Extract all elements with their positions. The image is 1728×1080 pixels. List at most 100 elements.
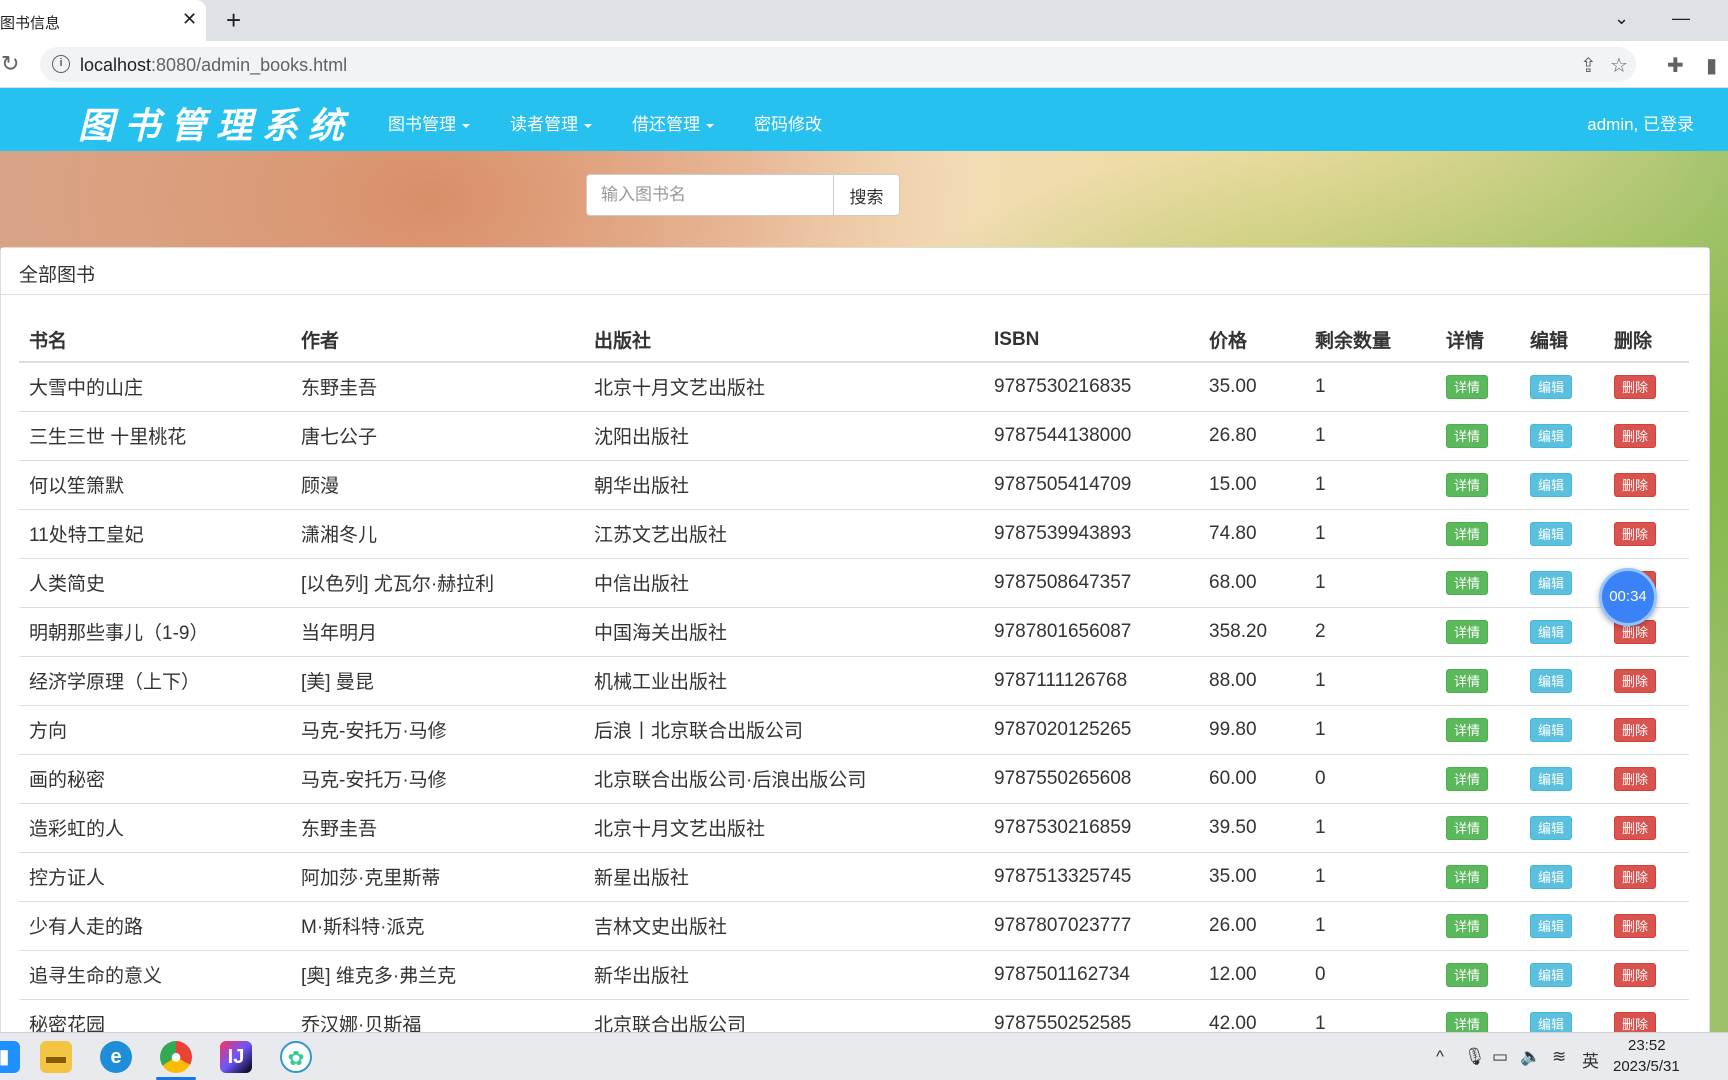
edit-button[interactable]: 编辑 bbox=[1530, 570, 1573, 595]
chrome-icon[interactable]: ● bbox=[160, 1041, 192, 1073]
price-cell: 15.00 bbox=[1199, 459, 1305, 509]
volume-icon[interactable]: 🔈 bbox=[1520, 1047, 1541, 1067]
minimize-icon[interactable]: — bbox=[1672, 8, 1690, 29]
url-text[interactable]: localhost:8080/admin_books.html bbox=[80, 55, 347, 76]
col-header-quantity: 剩余数量 bbox=[1305, 318, 1436, 363]
price-cell: 68.00 bbox=[1199, 557, 1305, 607]
clock-time[interactable]: 23:52 bbox=[1628, 1037, 1666, 1054]
browser-tab[interactable]: 图书信息 ✕ bbox=[0, 0, 206, 41]
delete-button[interactable]: 删除 bbox=[1614, 962, 1657, 987]
edit-button[interactable]: 编辑 bbox=[1530, 864, 1573, 889]
delete-button[interactable]: 删除 bbox=[1614, 521, 1657, 546]
new-tab-icon[interactable]: + bbox=[226, 5, 241, 36]
omnibox[interactable]: i localhost:8080/admin_books.html ⇪ ☆ bbox=[40, 47, 1636, 82]
book-name-cell: 大雪中的山庄 bbox=[19, 361, 291, 411]
microphone-icon[interactable]: 🎙 bbox=[1464, 1047, 1486, 1067]
delete-button[interactable]: 删除 bbox=[1614, 668, 1657, 693]
col-header-author: 作者 bbox=[291, 318, 584, 363]
close-icon[interactable]: ✕ bbox=[182, 9, 197, 30]
edit-button[interactable]: 编辑 bbox=[1530, 423, 1573, 448]
star-icon[interactable]: ☆ bbox=[1610, 53, 1628, 78]
edit-button[interactable]: 编辑 bbox=[1530, 962, 1573, 987]
detail-button[interactable]: 详情 bbox=[1446, 423, 1489, 448]
intellij-icon[interactable]: IJ bbox=[220, 1041, 252, 1073]
app-icon[interactable]: ✿ bbox=[280, 1041, 312, 1073]
ime-language[interactable]: 英 bbox=[1582, 1047, 1599, 1072]
detail-button[interactable]: 详情 bbox=[1446, 472, 1489, 497]
nav-password-change[interactable]: 密码修改 bbox=[754, 110, 822, 135]
edit-button[interactable]: 编辑 bbox=[1530, 374, 1573, 399]
edit-button[interactable]: 编辑 bbox=[1530, 717, 1573, 742]
timer-bubble[interactable]: 00:34 bbox=[1599, 568, 1657, 626]
table-body: 大雪中的山庄 东野圭吾 北京十月文艺出版社 9787530216835 35.00 1 详情… bbox=[19, 361, 1689, 1048]
clock-date[interactable]: 2023/5/31 bbox=[1613, 1058, 1680, 1075]
detail-button[interactable]: 详情 bbox=[1446, 717, 1489, 742]
battery-icon[interactable]: ▭ bbox=[1492, 1047, 1508, 1067]
quantity-cell: 1 bbox=[1305, 508, 1436, 558]
detail-button[interactable]: 详情 bbox=[1446, 913, 1489, 938]
delete-button[interactable]: 删除 bbox=[1614, 815, 1657, 840]
isbn-cell: 9787801656087 bbox=[984, 606, 1199, 656]
delete-cell: 删除 bbox=[1604, 802, 1689, 852]
book-name-cell: 人类简史 bbox=[19, 557, 291, 607]
col-header-edit: 编辑 bbox=[1520, 318, 1604, 363]
quantity-cell: 2 bbox=[1305, 606, 1436, 656]
edit-button[interactable]: 编辑 bbox=[1530, 472, 1573, 497]
chevron-down-icon[interactable]: ⌄ bbox=[1614, 8, 1629, 29]
nav-borrow-management[interactable]: 借还管理 bbox=[632, 110, 714, 135]
start-icon[interactable]: ▮ bbox=[0, 1041, 20, 1073]
edge-icon[interactable]: e bbox=[100, 1041, 132, 1073]
edit-button[interactable]: 编辑 bbox=[1530, 766, 1573, 791]
detail-button[interactable]: 详情 bbox=[1446, 815, 1489, 840]
delete-button[interactable]: 删除 bbox=[1614, 717, 1657, 742]
detail-button[interactable]: 详情 bbox=[1446, 619, 1489, 644]
table-row: 方向 马克-安托万·马修 后浪丨北京联合出版公司 9787020125265 99.80… bbox=[19, 704, 1689, 754]
detail-button[interactable]: 详情 bbox=[1446, 962, 1489, 987]
reload-icon[interactable]: ↻ bbox=[1, 51, 19, 77]
edit-button[interactable]: 编辑 bbox=[1530, 668, 1573, 693]
detail-cell: 详情 bbox=[1436, 557, 1520, 607]
edit-button[interactable]: 编辑 bbox=[1530, 619, 1573, 644]
isbn-cell: 9787530216835 bbox=[984, 361, 1199, 411]
sidepanel-icon[interactable]: ▮ bbox=[1706, 53, 1717, 78]
books-table: 书名 作者 出版社 ISBN 价格 剩余数量 详情 编辑 删除 大雪中的山庄 东野… bbox=[19, 318, 1689, 1048]
file-explorer-icon[interactable]: ▬ bbox=[40, 1041, 72, 1073]
edit-button[interactable]: 编辑 bbox=[1530, 913, 1573, 938]
detail-button[interactable]: 详情 bbox=[1446, 668, 1489, 693]
chevron-up-icon[interactable]: ^ bbox=[1436, 1047, 1444, 1067]
delete-button[interactable]: 删除 bbox=[1614, 766, 1657, 791]
publisher-cell: 中信出版社 bbox=[584, 557, 984, 607]
author-cell: 东野圭吾 bbox=[291, 361, 584, 411]
edit-button[interactable]: 编辑 bbox=[1530, 521, 1573, 546]
info-icon[interactable]: i bbox=[52, 55, 70, 73]
search-button[interactable]: 搜索 bbox=[833, 174, 900, 216]
brand-logo[interactable]: 图书管理系统 bbox=[78, 97, 354, 149]
detail-button[interactable]: 详情 bbox=[1446, 766, 1489, 791]
author-cell: 马克-安托万·马修 bbox=[291, 753, 584, 803]
edit-cell: 编辑 bbox=[1520, 851, 1604, 901]
delete-button[interactable]: 删除 bbox=[1614, 472, 1657, 497]
isbn-cell: 9787550265608 bbox=[984, 753, 1199, 803]
nav-reader-management[interactable]: 读者管理 bbox=[510, 110, 592, 135]
share-icon[interactable]: ⇪ bbox=[1580, 53, 1597, 78]
publisher-cell: 朝华出版社 bbox=[584, 459, 984, 509]
edit-button[interactable]: 编辑 bbox=[1530, 815, 1573, 840]
detail-cell: 详情 bbox=[1436, 508, 1520, 558]
author-cell: 阿加莎·克里斯蒂 bbox=[291, 851, 584, 901]
detail-button[interactable]: 详情 bbox=[1446, 864, 1489, 889]
extensions-icon[interactable]: ✚ bbox=[1667, 53, 1684, 78]
detail-button[interactable]: 详情 bbox=[1446, 570, 1489, 595]
nav-book-management[interactable]: 图书管理 bbox=[388, 110, 470, 135]
author-cell: 当年明月 bbox=[291, 606, 584, 656]
price-cell: 88.00 bbox=[1199, 655, 1305, 705]
delete-button[interactable]: 删除 bbox=[1614, 374, 1657, 399]
user-status[interactable]: admin, 已登录 bbox=[1587, 110, 1694, 135]
delete-button[interactable]: 删除 bbox=[1614, 913, 1657, 938]
delete-button[interactable]: 删除 bbox=[1614, 423, 1657, 448]
search-input[interactable] bbox=[586, 174, 834, 216]
author-cell: [美] 曼昆 bbox=[291, 655, 584, 705]
detail-button[interactable]: 详情 bbox=[1446, 374, 1489, 399]
wifi-icon[interactable]: ≋ bbox=[1552, 1047, 1566, 1067]
delete-button[interactable]: 删除 bbox=[1614, 864, 1657, 889]
detail-button[interactable]: 详情 bbox=[1446, 521, 1489, 546]
